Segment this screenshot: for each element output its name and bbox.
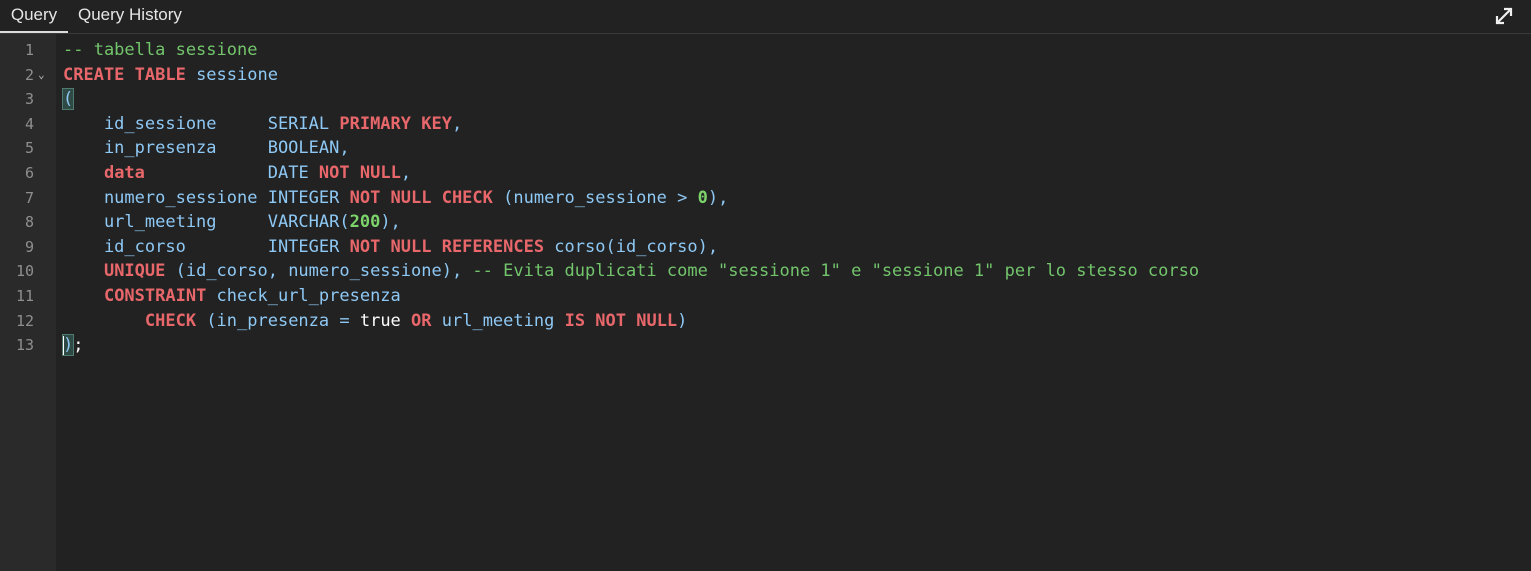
line-number: 2 bbox=[24, 65, 34, 84]
code-line-text: ); bbox=[61, 333, 84, 358]
code-token: id_sessione bbox=[63, 113, 268, 134]
tab-query-history[interactable]: Query History bbox=[78, 0, 182, 33]
code-token: SERIAL bbox=[267, 113, 340, 134]
code-token: -- Evita duplicati come "sessione 1" e "… bbox=[472, 261, 1200, 282]
code-line-text: in_presenza BOOLEAN, bbox=[63, 136, 350, 161]
sql-code-editor[interactable]: -- tabella sessione CREATE TABLE sessione… bbox=[56, 34, 1531, 571]
code-token: ; bbox=[73, 335, 84, 356]
code-token: numero_sessione bbox=[63, 187, 268, 208]
code-token: INTEGER bbox=[267, 236, 350, 257]
fold-chevron-icon[interactable]: ⌄ bbox=[38, 63, 50, 88]
line-number: 1 bbox=[24, 41, 34, 59]
code-token: NOT NULL REFERENCES bbox=[349, 236, 555, 257]
code-token: sessione bbox=[196, 64, 278, 85]
line-number: 7 bbox=[24, 188, 34, 207]
code-token: data bbox=[103, 163, 145, 183]
line-number: 10 bbox=[15, 262, 34, 281]
code-line: url_meeting VARCHAR(200), bbox=[56, 210, 1516, 235]
code-line: -- tabella sessione bbox=[56, 38, 1516, 63]
code-token: ), bbox=[380, 212, 401, 233]
tab-bar: Query Query History bbox=[0, 0, 1531, 34]
code-token: 200 bbox=[349, 212, 381, 233]
code-token: , bbox=[339, 138, 350, 159]
code-line: ); bbox=[56, 333, 1516, 358]
code-token: NOT NULL CHECK bbox=[349, 187, 504, 208]
code-line-text: id_corso INTEGER NOT NULL REFERENCES cor… bbox=[63, 235, 718, 260]
code-token: id_corso bbox=[63, 236, 268, 257]
code-token: , bbox=[451, 113, 463, 134]
code-token: DATE bbox=[267, 163, 319, 183]
line-number: 4 bbox=[24, 114, 34, 133]
code-token: corso(id_corso), bbox=[554, 236, 719, 257]
code-token: url_meeting bbox=[63, 212, 268, 233]
code-token: (in_presenza = bbox=[206, 310, 360, 331]
code-token: NOT NULL bbox=[318, 163, 401, 183]
code-token: (numero_sessione > bbox=[503, 187, 698, 208]
code-token: INTEGER bbox=[267, 187, 350, 208]
code-token: CONSTRAINT bbox=[103, 286, 217, 306]
code-token: BOOLEAN bbox=[267, 138, 340, 159]
code-token: CREATE TABLE bbox=[63, 64, 197, 85]
code-line: data DATE NOT NULL, bbox=[56, 161, 1516, 186]
code-token: UNIQUE bbox=[103, 261, 176, 282]
query-tool-panel: Query Query History 1 2 ⌄ 3 4 5 6 7 8 9 10 11 12 13 -… bbox=[0, 0, 1531, 571]
code-line-text: id_sessione SERIAL PRIMARY KEY, bbox=[63, 112, 462, 137]
code-token: in_presenza bbox=[63, 138, 268, 159]
matching-bracket: ) bbox=[61, 334, 75, 357]
code-line-text: CHECK (in_presenza = true OR url_meeting… bbox=[63, 309, 688, 334]
line-number: 12 bbox=[15, 311, 34, 330]
code-token: CHECK bbox=[144, 310, 207, 331]
expand-button[interactable] bbox=[1493, 5, 1515, 27]
line-number: 5 bbox=[24, 139, 34, 158]
code-token: PRIMARY KEY bbox=[339, 113, 452, 134]
code-token: check_url_presenza bbox=[216, 286, 401, 306]
code-token: , bbox=[400, 163, 412, 183]
code-token: true bbox=[359, 310, 412, 331]
code-line: ( bbox=[56, 87, 1516, 112]
code-line-text: CONSTRAINT check_url_presenza bbox=[63, 284, 401, 309]
code-line-text: UNIQUE (id_corso, numero_sessione), -- E… bbox=[63, 259, 1199, 284]
code-line: id_sessione SERIAL PRIMARY KEY, bbox=[56, 112, 1516, 137]
code-line: UNIQUE (id_corso, numero_sessione), -- E… bbox=[56, 259, 1516, 284]
expand-icon bbox=[1495, 7, 1513, 25]
tab-query[interactable]: Query bbox=[0, 0, 68, 33]
code-line: numero_sessione INTEGER NOT NULL CHECK (… bbox=[56, 186, 1516, 211]
line-number: 8 bbox=[24, 213, 34, 232]
line-number: 3 bbox=[24, 90, 34, 109]
code-line-text: numero_sessione INTEGER NOT NULL CHECK (… bbox=[63, 186, 728, 211]
matching-bracket: ( bbox=[61, 88, 75, 111]
code-token: 0 bbox=[697, 187, 708, 208]
code-line-text: -- tabella sessione bbox=[63, 38, 257, 63]
code-line: CHECK (in_presenza = true OR url_meeting… bbox=[56, 309, 1516, 334]
code-token: ) bbox=[677, 310, 688, 331]
code-token: (id_corso, numero_sessione), bbox=[175, 261, 473, 282]
code-token: ), bbox=[707, 187, 729, 208]
code-line-text: data DATE NOT NULL, bbox=[63, 161, 411, 186]
line-number: 11 bbox=[15, 287, 34, 305]
code-line-text: ( bbox=[61, 87, 75, 112]
code-line-text: url_meeting VARCHAR(200), bbox=[63, 210, 401, 235]
line-number: 6 bbox=[24, 164, 34, 182]
line-number: 9 bbox=[24, 237, 34, 256]
code-line: CONSTRAINT check_url_presenza bbox=[56, 284, 1516, 309]
code-line: in_presenza BOOLEAN, bbox=[56, 136, 1516, 161]
text-cursor bbox=[63, 336, 64, 355]
code-token: url_meeting bbox=[441, 310, 565, 331]
line-number: 13 bbox=[15, 336, 34, 355]
code-token: IS NOT NULL bbox=[564, 310, 678, 331]
code-token: -- tabella sessione bbox=[63, 40, 258, 60]
code-line: id_corso INTEGER NOT NULL REFERENCES cor… bbox=[56, 235, 1516, 260]
code-line: CREATE TABLE sessione bbox=[56, 63, 1516, 88]
code-token: VARCHAR( bbox=[267, 212, 350, 233]
line-number-gutter: 1 2 ⌄ 3 4 5 6 7 8 9 10 11 12 13 bbox=[0, 34, 56, 571]
code-token: OR bbox=[411, 310, 442, 331]
code-line-text: CREATE TABLE sessione bbox=[63, 63, 278, 88]
